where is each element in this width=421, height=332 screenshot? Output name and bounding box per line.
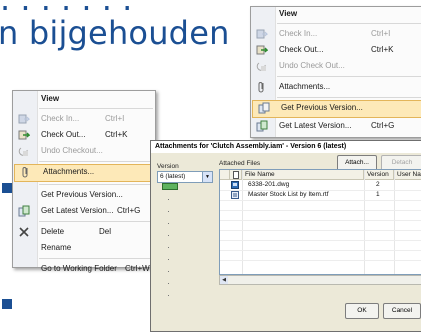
context-menu-top: View Check In... Ctrl+I Check Out... Ctr… <box>250 6 421 138</box>
cancel-button[interactable]: Cancel <box>383 303 421 319</box>
delete-x-icon <box>18 226 30 238</box>
check-in-icon <box>18 113 31 125</box>
menu-item-undo-checkout[interactable]: Undo Checkout... <box>13 143 155 159</box>
attached-files-grid: File Name Version User Name 6338-201.dwg… <box>219 169 421 275</box>
ok-button[interactable]: OK <box>345 303 379 319</box>
paperclip-icon <box>256 81 268 93</box>
menu-item-check-in[interactable]: Check In... Ctrl+I <box>251 26 421 42</box>
attached-files-label: Attached Files <box>219 160 261 167</box>
column-header-icon[interactable] <box>220 170 230 180</box>
latest-version-icon <box>18 205 30 217</box>
undo-check-out-icon <box>256 60 268 72</box>
scroll-left-icon[interactable]: ◀ <box>220 276 228 284</box>
column-header-file-name[interactable]: File Name <box>242 170 364 180</box>
menu-item-get-previous-version[interactable]: Get Previous Version... <box>252 100 421 118</box>
menu-item-get-latest-version[interactable]: Get Latest Version... Ctrl+G <box>251 118 421 134</box>
check-out-icon <box>18 129 31 141</box>
previous-version-icon <box>258 102 270 114</box>
rtf-file-icon <box>231 191 239 203</box>
slide-bullet <box>2 299 12 309</box>
context-menu-left: View Check In... Ctrl+I Check Out... Ctr… <box>12 90 156 273</box>
horizontal-scrollbar[interactable]: ◀ ▶ <box>219 275 421 285</box>
menu-item-get-latest-version[interactable]: Get Latest Version... Ctrl+G <box>13 203 155 219</box>
column-header-doc[interactable] <box>230 170 242 180</box>
menu-item-rename[interactable]: Rename <box>13 240 155 256</box>
menu-item-delete[interactable]: Delete Del <box>13 224 155 240</box>
column-header-version[interactable]: Version <box>364 170 394 180</box>
menu-item-attachments[interactable]: Attachments... <box>14 164 154 182</box>
menu-item-go-to-working-folder[interactable]: Go to Working Folder Ctrl+W <box>13 261 155 277</box>
slide-heading: n bijgehouden <box>0 14 230 52</box>
check-out-icon <box>256 44 269 56</box>
version-label: Version <box>157 163 179 170</box>
table-row[interactable]: Master Stock List by Item.rtf 1 <box>220 190 421 200</box>
dialog-title: Attachments for 'Clutch Assembly.iam' - … <box>151 141 421 153</box>
menu-item-attachments[interactable]: Attachments... <box>251 79 421 95</box>
menu-item-check-in[interactable]: Check In... Ctrl+I <box>13 111 155 127</box>
document-icon <box>233 171 239 179</box>
version-slider-thumb[interactable] <box>162 183 178 190</box>
paperclip-icon <box>20 166 32 178</box>
attachments-dialog: Attachments for 'Clutch Assembly.iam' - … <box>150 140 421 332</box>
version-select[interactable]: 6 (latest) ▼ <box>157 171 213 183</box>
latest-version-icon <box>256 120 268 132</box>
check-in-icon <box>256 28 269 40</box>
chevron-down-icon: ▼ <box>202 172 212 182</box>
column-header-user-name[interactable]: User Name <box>394 170 421 180</box>
menu-item-check-out[interactable]: Check Out... Ctrl+K <box>13 127 155 143</box>
menu-item-undo-check-out[interactable]: Undo Check Out... <box>251 58 421 74</box>
menu-header-view: View <box>41 94 60 103</box>
slide-bullet <box>2 183 12 193</box>
version-slider-track <box>168 187 169 297</box>
table-row[interactable]: 6338-201.dwg 2 <box>220 180 421 190</box>
undo-check-out-icon <box>18 145 30 157</box>
menu-header-view: View <box>279 9 298 18</box>
menu-item-get-previous-version[interactable]: Get Previous Version... <box>13 187 155 203</box>
menu-item-check-out[interactable]: Check Out... Ctrl+K <box>251 42 421 58</box>
